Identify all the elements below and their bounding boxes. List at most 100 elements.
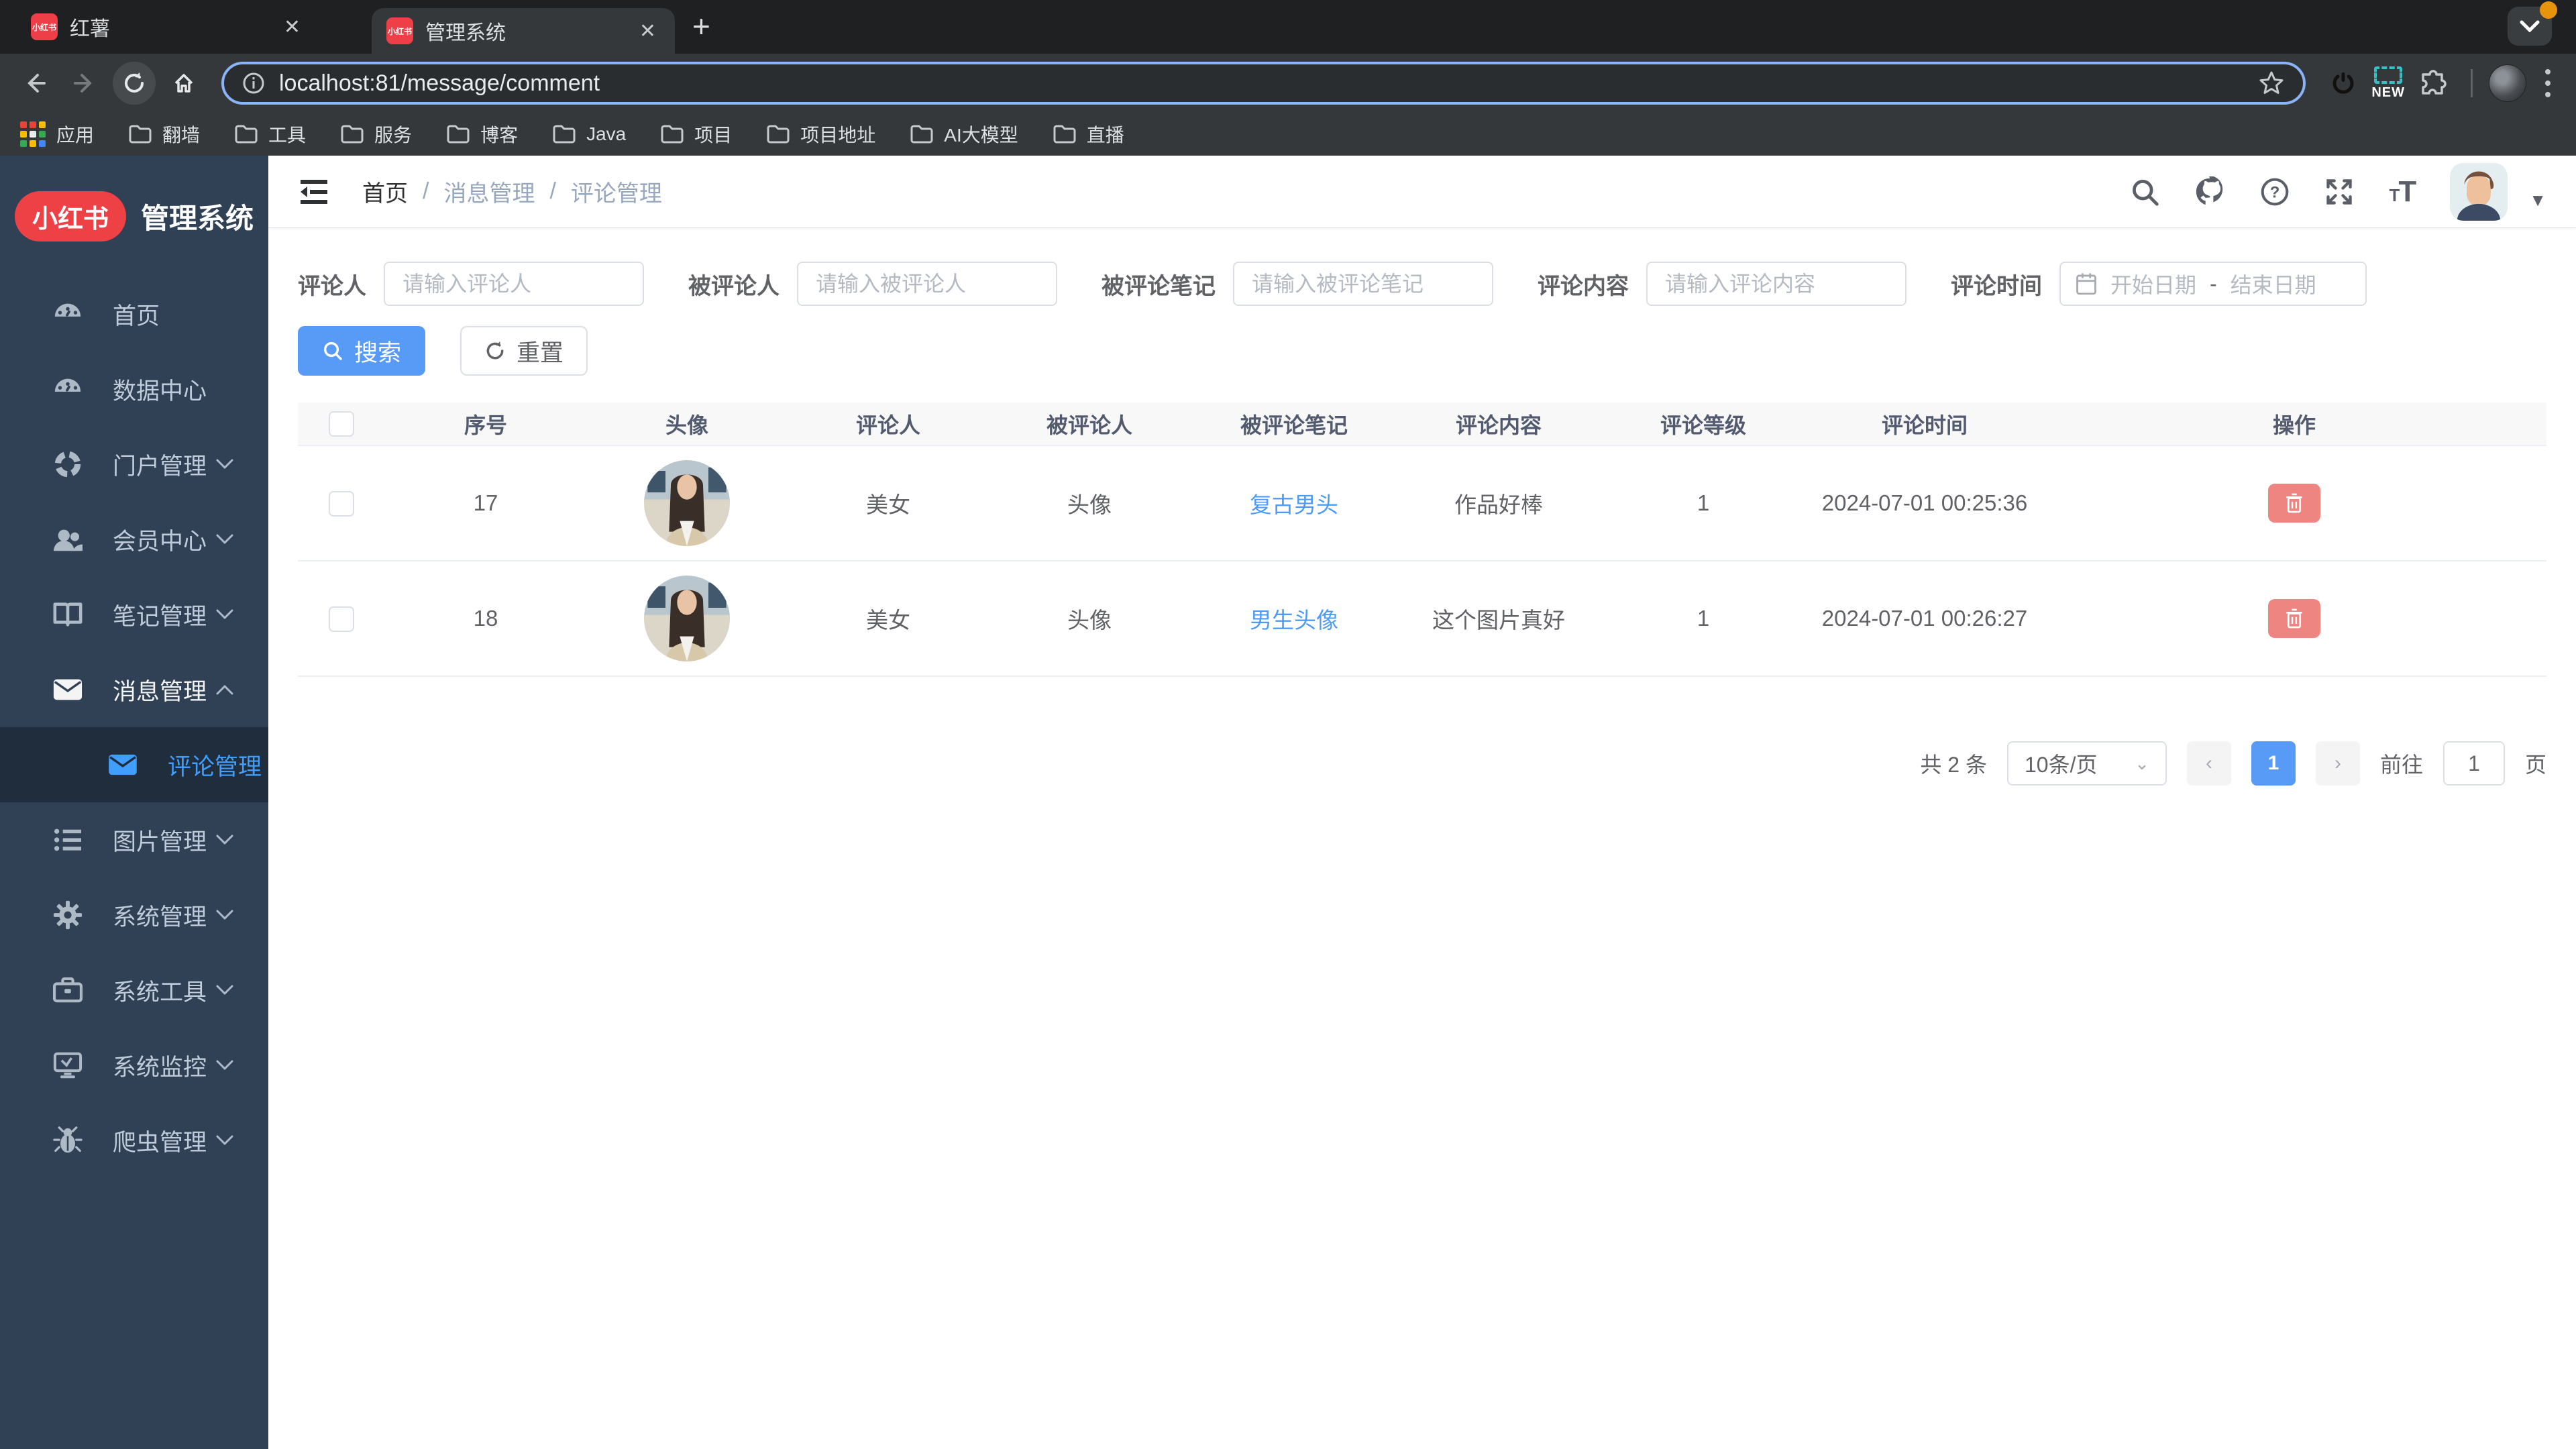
gear-icon [53, 900, 83, 930]
sidebar-item-label: 评论管理 [168, 753, 262, 780]
browser-menu-chevron-button[interactable] [2508, 1, 2557, 46]
note-link[interactable]: 复古男头 [1250, 492, 1338, 517]
bookmark-folder[interactable]: Java [553, 123, 626, 145]
row-checkbox[interactable] [329, 491, 354, 517]
prev-page-button[interactable]: ‹ [2186, 741, 2231, 786]
user-avatar[interactable] [2450, 162, 2508, 221]
extension-power-button[interactable] [2322, 62, 2365, 105]
cell-content: 作品好棒 [1398, 445, 1599, 561]
date-range-picker[interactable]: 开始日期 - 结束日期 [2059, 262, 2367, 306]
bookmark-folder[interactable]: 项目 [661, 121, 732, 148]
commenter-avatar [644, 460, 730, 546]
gauge-icon [54, 378, 81, 392]
sidebar: 小红书 管理系统 首页 数据中心 门户管理 会员中心 笔记管理 消息管理 评论管… [0, 156, 268, 1449]
site-info-icon[interactable] [241, 71, 266, 95]
folder-icon [767, 125, 790, 144]
bookmark-label: 项目 [694, 125, 733, 146]
sidebar-menu: 首页 数据中心 门户管理 会员中心 笔记管理 消息管理 评论管理 图片管理 系统… [0, 276, 268, 1178]
goto-page-input[interactable] [2443, 741, 2505, 786]
page-number-1[interactable]: 1 [2251, 741, 2296, 786]
sidebar-item-system-management[interactable]: 系统管理 [0, 877, 268, 953]
search-button[interactable]: 搜索 [298, 326, 426, 376]
bookmark-folder[interactable]: 项目地址 [767, 121, 875, 148]
back-button[interactable] [13, 62, 56, 105]
next-page-button[interactable]: › [2315, 741, 2360, 786]
page-size-select[interactable]: 10条/页 ⌄ [2006, 741, 2167, 786]
content-input[interactable] [1646, 262, 1907, 306]
browser-profile-avatar[interactable] [2489, 64, 2526, 102]
book-icon [53, 602, 83, 627]
date-end-placeholder[interactable]: 结束日期 [2231, 268, 2316, 299]
folder-icon [341, 125, 364, 144]
row-checkbox[interactable] [329, 606, 354, 633]
bookmark-apps[interactable]: 应用 [20, 121, 94, 148]
bookmark-folder[interactable]: 博客 [447, 121, 518, 148]
extension-new-icon [2374, 66, 2403, 84]
reload-button[interactable] [113, 62, 156, 105]
page-unit-label: 页 [2524, 753, 2546, 777]
delete-button[interactable] [2268, 599, 2320, 638]
avatar-dropdown-caret[interactable]: ▼ [2529, 190, 2546, 211]
sidebar-item-members[interactable]: 会员中心 [0, 502, 268, 577]
table-row: 18 美女 头像 男生头像 这个图片真好 1 2024-07-01 00:26:… [298, 561, 2546, 677]
list-icon [54, 828, 81, 851]
note-link[interactable]: 男生头像 [1250, 608, 1338, 633]
table-row: 17 美女 头像 复古男头 作品好棒 1 2024-07-01 00:25:36 [298, 445, 2546, 561]
cell-commenter: 美女 [788, 445, 989, 561]
bookmark-folder[interactable]: 翻墙 [129, 121, 200, 148]
header-ops: 操作 [2042, 402, 2546, 445]
sidebar-item-system-tools[interactable]: 系统工具 [0, 953, 268, 1028]
reset-button[interactable]: 重置 [460, 326, 588, 376]
commenter-input[interactable] [384, 262, 644, 306]
delete-button[interactable] [2268, 484, 2320, 523]
sidebar-item-images[interactable]: 图片管理 [0, 802, 268, 877]
sidebar-item-portal[interactable]: 门户管理 [0, 427, 268, 502]
breadcrumb-message[interactable]: 消息管理 [443, 175, 535, 208]
url-text[interactable]: localhost:81/message/comment [279, 70, 600, 97]
browser-tab-inactive[interactable]: 小红书 红薯 ✕ [16, 5, 319, 48]
note-input[interactable] [1233, 262, 1493, 306]
new-tab-button[interactable]: + [692, 8, 710, 44]
github-icon[interactable] [2194, 176, 2225, 207]
bookmark-folder[interactable]: AI大模型 [910, 121, 1018, 148]
font-size-icon[interactable]: TT [2389, 175, 2416, 209]
commenter-avatar-image [644, 576, 730, 661]
bookmark-folder[interactable]: 服务 [341, 121, 412, 148]
select-all-checkbox[interactable] [329, 411, 354, 437]
bookmark-folder[interactable]: 直播 [1053, 121, 1124, 148]
breadcrumb-home[interactable]: 首页 [362, 175, 408, 208]
home-button[interactable] [162, 62, 205, 105]
chevron-down-icon [216, 534, 233, 545]
sidebar-item-data-center[interactable]: 数据中心 [0, 352, 268, 427]
sidebar-item-home[interactable]: 首页 [0, 276, 268, 352]
extensions-button[interactable] [2412, 62, 2455, 105]
filter-label-time: 评论时间 [1951, 273, 2042, 299]
address-bar[interactable]: localhost:81/message/comment [221, 62, 2306, 105]
search-icon[interactable] [2130, 177, 2159, 207]
fullscreen-icon[interactable] [2324, 177, 2354, 207]
sidebar-item-label: 消息管理 [113, 678, 207, 705]
tab-close-icon[interactable]: ✕ [280, 15, 305, 39]
date-start-placeholder[interactable]: 开始日期 [2110, 268, 2196, 299]
bookmark-folder[interactable]: 工具 [235, 121, 306, 148]
bookmark-star-icon[interactable] [2257, 69, 2286, 97]
tab-close-icon[interactable]: ✕ [635, 19, 660, 43]
sidebar-collapse-icon[interactable] [298, 177, 330, 207]
sidebar-item-messages[interactable]: 消息管理 [0, 652, 268, 727]
commented-input[interactable] [797, 262, 1057, 306]
search-button-label: 搜索 [354, 339, 402, 366]
browser-tab-active[interactable]: 小红书 管理系统 ✕ [372, 8, 675, 54]
sidebar-item-label: 系统工具 [113, 979, 207, 1006]
forward-button[interactable] [63, 62, 106, 105]
sidebar-item-label: 会员中心 [113, 528, 207, 555]
chevron-down-icon [2520, 20, 2540, 32]
sidebar-item-system-monitor[interactable]: 系统监控 [0, 1028, 268, 1103]
sidebar-item-comment-management[interactable]: 评论管理 [0, 727, 268, 802]
sidebar-item-crawler[interactable]: 爬虫管理 [0, 1103, 268, 1178]
browser-menu-button[interactable] [2533, 69, 2563, 97]
top-navbar: 首页 / 消息管理 / 评论管理 ? TT ▼ [268, 156, 2576, 228]
extension-new-button[interactable]: NEW [2371, 66, 2405, 101]
trash-icon [2286, 493, 2302, 513]
sidebar-item-notes[interactable]: 笔记管理 [0, 577, 268, 652]
help-icon[interactable]: ? [2260, 177, 2290, 207]
